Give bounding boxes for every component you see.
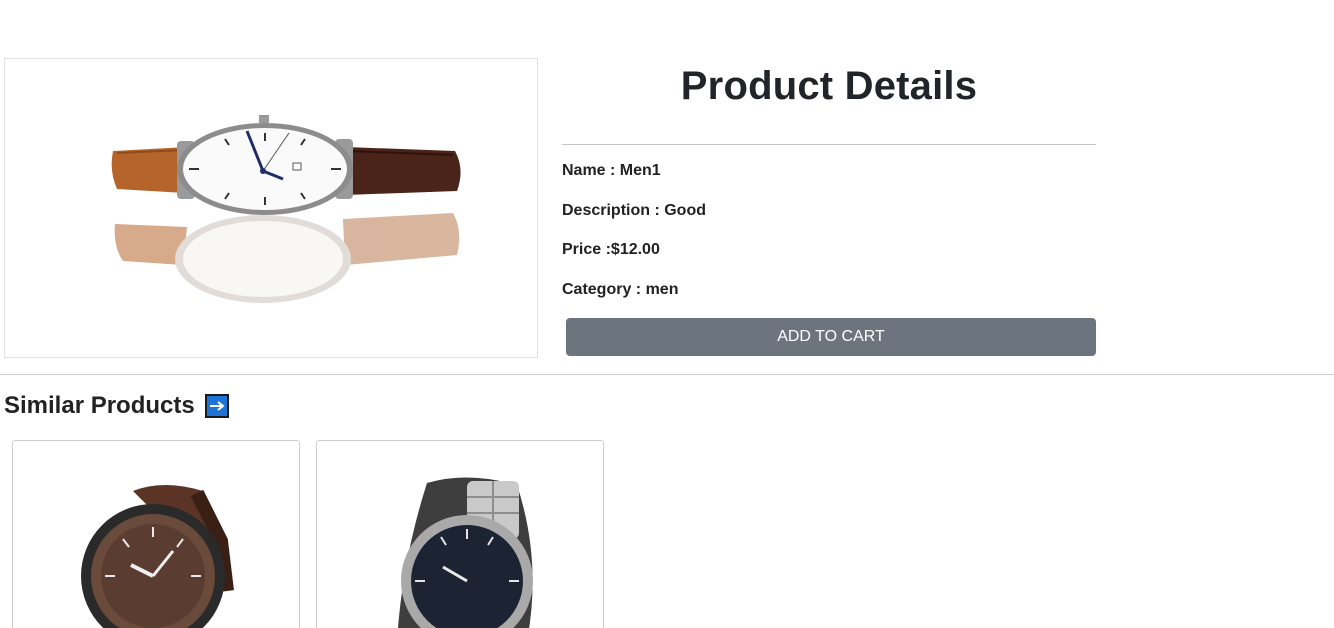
product-details-panel: Product Details Name : Men1 Description …	[562, 58, 1096, 356]
details-divider	[562, 144, 1096, 145]
add-to-cart-button[interactable]: ADD TO CART	[566, 318, 1096, 356]
similar-product-card[interactable]	[316, 440, 604, 628]
arrow-right-icon	[204, 394, 229, 418]
product-category: Category : men	[562, 280, 679, 298]
product-description: Description : Good	[562, 201, 706, 219]
page-title: Product Details	[680, 64, 978, 108]
similar-products-heading: Similar Products	[4, 390, 229, 422]
similar-product-image	[81, 485, 234, 628]
similar-product-card[interactable]	[12, 440, 300, 628]
product-price: Price :$12.00	[562, 241, 660, 258]
section-divider	[0, 374, 1334, 375]
similar-products-label: Similar Products	[4, 392, 195, 419]
product-image	[4, 58, 538, 358]
product-page: Product Details Name : Men1 Description …	[0, 0, 1334, 628]
similar-product-image	[397, 477, 533, 628]
product-name: Name : Men1	[562, 162, 661, 179]
